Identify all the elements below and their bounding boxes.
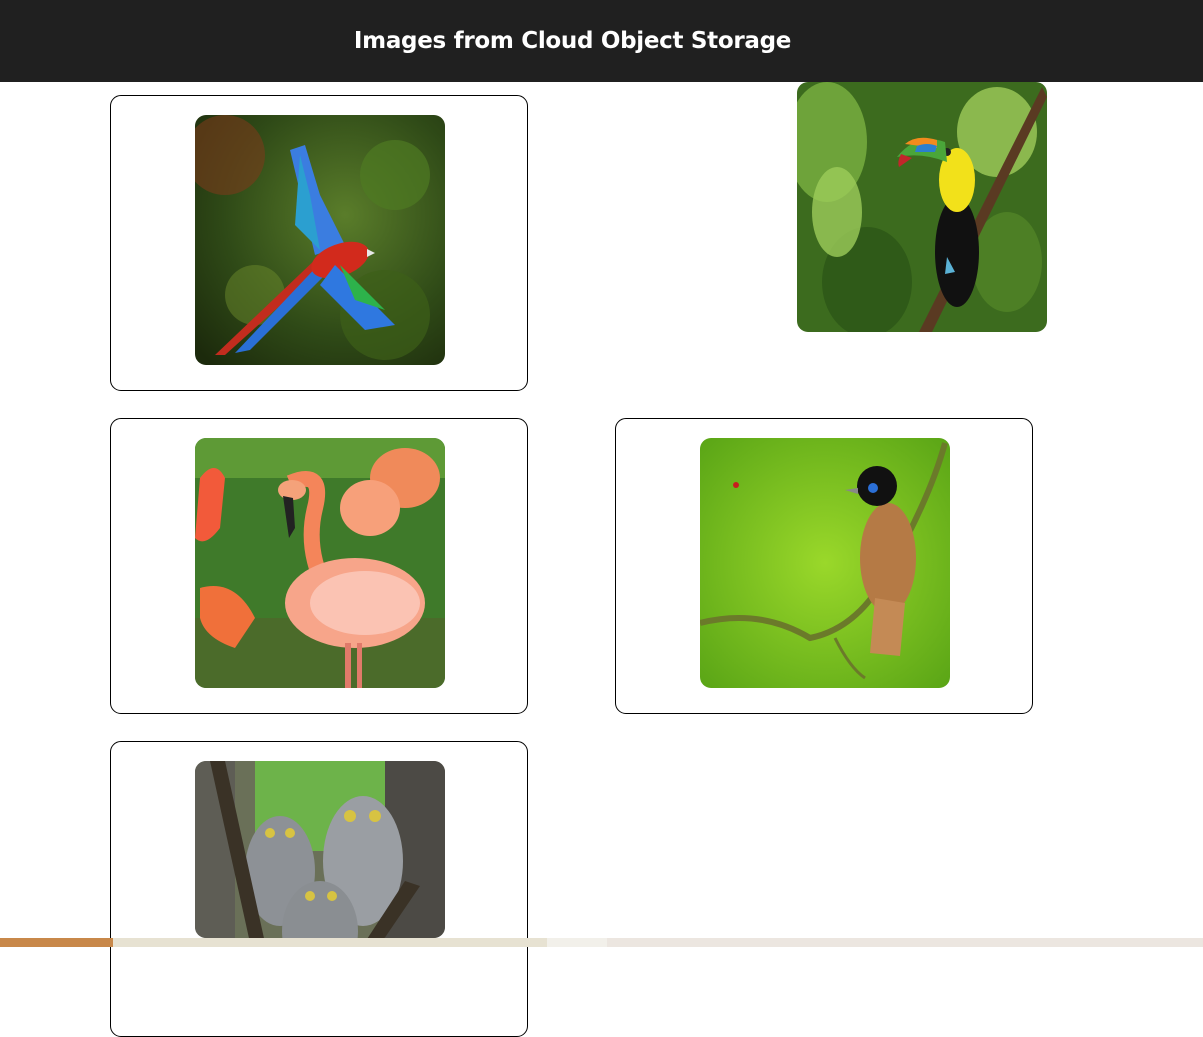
toucan-image[interactable] [797,82,1047,332]
page-title: Images from Cloud Object Storage [353,28,792,54]
page-header: Images from Cloud Object Storage [0,0,1203,82]
flycatcher-image[interactable] [700,438,950,688]
macaw-image[interactable] [195,115,445,365]
bottom-strip [0,938,1203,947]
owls-image[interactable] [195,761,445,938]
flamingo-image[interactable] [195,438,445,688]
